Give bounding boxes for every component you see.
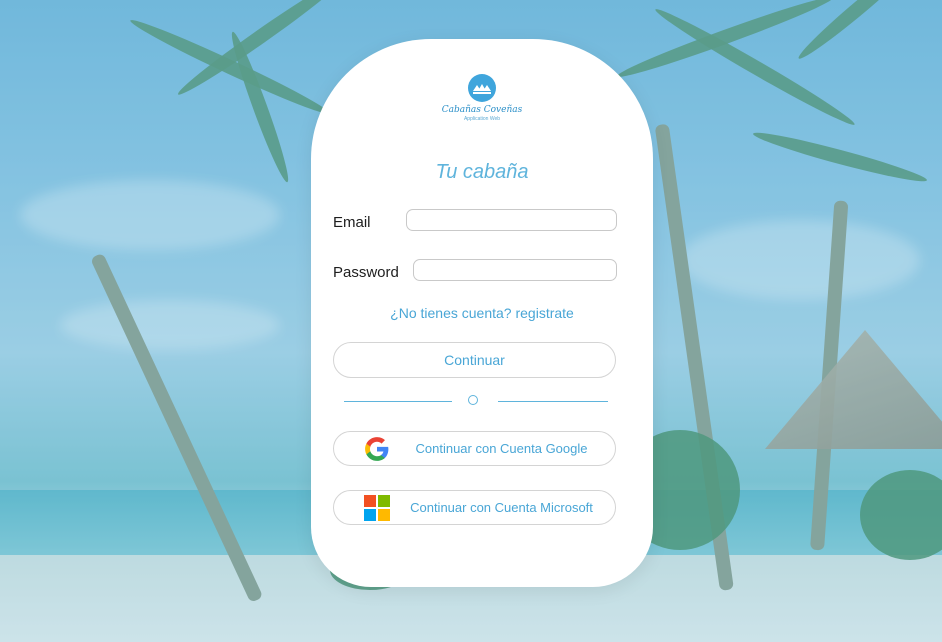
- microsoft-login-label: Continuar con Cuenta Microsoft: [410, 500, 593, 515]
- register-link[interactable]: ¿No tienes cuenta? registrate: [311, 305, 653, 321]
- email-label: Email: [333, 214, 371, 231]
- google-login-button[interactable]: Continuar con Cuenta Google: [333, 431, 616, 466]
- password-field[interactable]: [413, 259, 617, 281]
- brand-subtitle: Application Web: [463, 116, 501, 122]
- microsoft-icon: [364, 495, 390, 521]
- microsoft-login-button[interactable]: Continuar con Cuenta Microsoft: [333, 490, 616, 525]
- google-icon: [364, 436, 390, 462]
- logo-icon: [468, 74, 496, 102]
- brand-logo: Cabañas Coveñas Application Web: [437, 74, 527, 146]
- divider-circle: [468, 395, 478, 405]
- google-login-label: Continuar con Cuenta Google: [415, 441, 588, 456]
- email-field[interactable]: [406, 209, 617, 231]
- continue-button[interactable]: Continuar: [333, 342, 616, 378]
- page-title: Tu cabaña: [435, 161, 529, 183]
- login-card: Cabañas Coveñas Application Web Tu cabañ…: [311, 39, 653, 587]
- divider-left: [344, 401, 452, 402]
- password-label: Password: [333, 264, 399, 281]
- brand-name: Cabañas Coveñas: [441, 105, 523, 115]
- divider-right: [498, 401, 608, 402]
